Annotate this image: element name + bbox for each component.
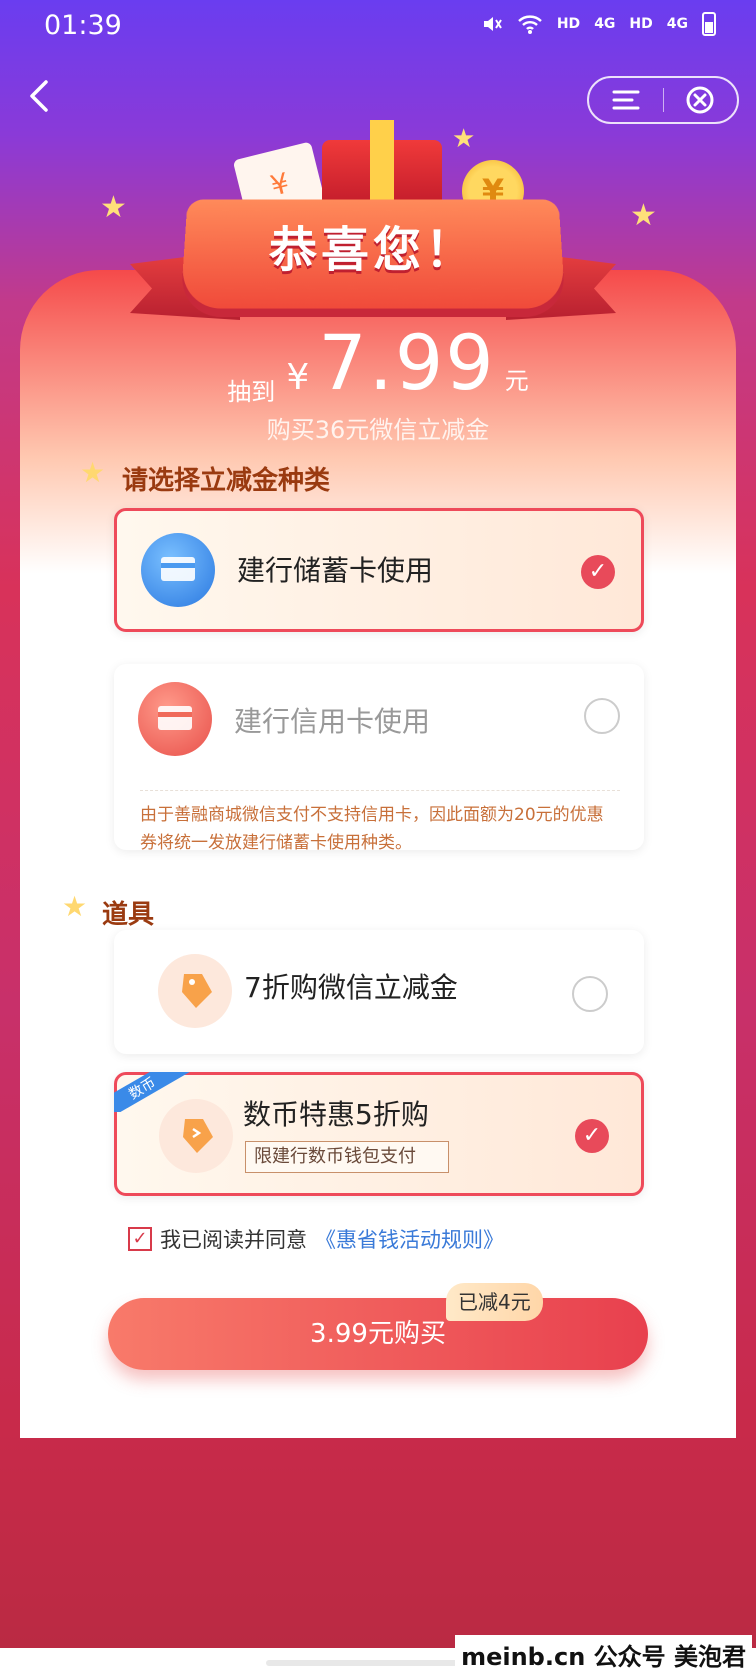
tool-70-discount[interactable]: 7折购微信立减金 (114, 930, 644, 1054)
wifi-icon (518, 15, 542, 34)
option-label: 建行信用卡使用 (234, 705, 431, 738)
watermark: meinb.cn 公众号 美泡君 (455, 1635, 752, 1674)
status-icons: HD 4G HD 4G (481, 12, 716, 36)
buy-button[interactable]: 3.99元购买 (108, 1298, 648, 1370)
discount-badge: 已减4元 (446, 1283, 543, 1321)
tag-icon (158, 954, 232, 1028)
prize-amount: 抽到 ¥ 7.99 元 (0, 318, 756, 407)
tool-digital-currency-50[interactable]: 数币 数币特惠5折购 限建行数币钱包支付 ✓ (114, 1072, 644, 1196)
battery-icon (702, 12, 716, 36)
star-icon: ★ (452, 124, 476, 154)
rules-link[interactable]: 《惠省钱活动规则》 (315, 1224, 504, 1254)
prize-prefix: 抽到 (227, 378, 276, 406)
select-type-title: 请选择立减金种类 (122, 466, 331, 496)
tools-title: 道具 (102, 900, 155, 930)
star-icon: ★ (630, 198, 657, 233)
option-debit-card[interactable]: 建行储蓄卡使用 ✓ (114, 508, 644, 632)
option-label: 数币特惠5折购 (243, 1098, 429, 1131)
mute-icon (483, 17, 502, 31)
hd-label-1: HD (556, 16, 581, 32)
agreement-row[interactable]: ✓ 我已阅读并同意 《惠省钱活动规则》 (128, 1224, 504, 1254)
radio-empty-icon (584, 698, 620, 734)
credit-card-icon (138, 682, 212, 756)
star-icon: ★ (100, 190, 127, 225)
hd-label-2: HD (629, 16, 653, 32)
radio-empty-icon (572, 976, 608, 1012)
signal-4g-1: 4G (594, 16, 616, 32)
agreement-checkbox[interactable]: ✓ (128, 1227, 152, 1251)
tag-icon (159, 1099, 233, 1173)
menu-icon (612, 90, 640, 110)
agreement-text: 我已阅读并同意 (160, 1228, 307, 1252)
checkmark-icon: ✓ (581, 555, 615, 589)
checkmark-icon: ✓ (575, 1119, 609, 1153)
status-bar: 01:39 HD 4G HD 4G (0, 0, 756, 52)
option-label: 7折购微信立减金 (244, 971, 458, 1004)
credit-card-note: 由于善融商城微信支付不支持信用卡，因此面额为20元的优惠券将统一发放建行储蓄卡使… (140, 790, 620, 857)
home-indicator (266, 1660, 486, 1666)
currency-symbol: ¥ (286, 357, 310, 398)
hero-banner: ★ ★ ★ ¥ ¥ 恭喜您！ (0, 110, 756, 340)
star-icon: ★ (62, 890, 88, 923)
prize-value: 7.99 (318, 318, 496, 407)
prize-unit: 元 (504, 367, 529, 395)
option-label: 建行储蓄卡使用 (237, 554, 434, 587)
star-icon: ★ (80, 456, 106, 489)
signal-4g-2: 4G (666, 16, 688, 32)
status-time: 01:39 (44, 10, 122, 41)
option-credit-card[interactable]: 建行信用卡使用 由于善融商城微信支付不支持信用卡，因此面额为20元的优惠券将统一… (114, 664, 644, 853)
debit-card-icon (141, 533, 215, 607)
congrats-title: 恭喜您！ (268, 222, 477, 278)
limit-label: 限建行数币钱包支付 (245, 1141, 449, 1173)
prize-subtitle: 购买36元微信立减金 (266, 416, 490, 444)
